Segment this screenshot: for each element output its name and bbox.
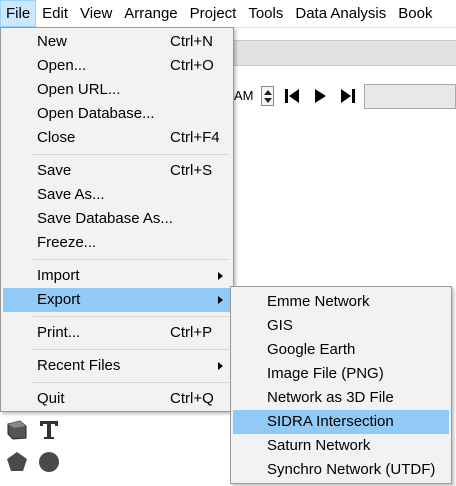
menu-item-save-as[interactable]: Save As... — [3, 183, 231, 207]
menu-item-label: Open URL... — [37, 81, 121, 98]
playback-toolbar: AM — [234, 84, 456, 110]
play-icon[interactable] — [310, 86, 330, 106]
submenu-item-label: Image File (PNG) — [267, 365, 384, 382]
menu-item-quit[interactable]: Quit Ctrl+Q — [3, 387, 231, 411]
export-item-image-file[interactable]: Image File (PNG) — [233, 362, 449, 386]
menu-item-shortcut: Ctrl+O — [170, 57, 214, 74]
menu-item-label: Print... — [37, 324, 81, 341]
export-item-network-3d[interactable]: Network as 3D File — [233, 386, 449, 410]
menu-item-freeze[interactable]: Freeze... — [3, 231, 231, 255]
submenu-item-label: SIDRA Intersection — [267, 413, 394, 430]
menu-item-shortcut: Ctrl+N — [170, 33, 213, 50]
tool-palette — [0, 412, 70, 486]
submenu-item-label: Emme Network — [267, 293, 370, 310]
export-item-google-earth[interactable]: Google Earth — [233, 338, 449, 362]
menu-file[interactable]: File — [0, 0, 37, 27]
menu-item-export[interactable]: Export — [3, 288, 231, 312]
menu-item-label: Import — [37, 267, 80, 284]
submenu-arrow-icon — [218, 296, 223, 304]
menu-item-label: Export — [37, 291, 81, 308]
menu-item-open-database[interactable]: Open Database... — [3, 102, 231, 126]
submenu-item-label: Saturn Network — [267, 437, 371, 454]
submenu-arrow-icon — [218, 362, 223, 370]
menu-item-label: Quit — [37, 390, 65, 407]
skip-back-icon[interactable] — [282, 86, 302, 106]
submenu-item-label: GIS — [267, 317, 293, 334]
menu-item-open-url[interactable]: Open URL... — [3, 78, 231, 102]
menu-data-analysis[interactable]: Data Analysis — [289, 0, 392, 27]
file-menu: New Ctrl+N Open... Ctrl+O Open URL... Op… — [0, 27, 234, 412]
menu-item-import[interactable]: Import — [3, 264, 231, 288]
document-tab-strip — [234, 40, 456, 66]
menu-item-open[interactable]: Open... Ctrl+O — [3, 54, 231, 78]
pentagon-tool-icon[interactable] — [5, 450, 29, 474]
submenu-item-label: Google Earth — [267, 341, 356, 358]
menu-tools[interactable]: Tools — [242, 0, 289, 27]
menu-separator — [33, 259, 229, 260]
menu-item-save-database-as[interactable]: Save Database As... — [3, 207, 231, 231]
menu-separator — [33, 349, 229, 350]
menu-item-label: New — [37, 33, 68, 50]
menu-item-shortcut: Ctrl+Q — [170, 390, 214, 407]
menu-item-close[interactable]: Close Ctrl+F4 — [3, 126, 231, 150]
text-tool-icon[interactable] — [37, 418, 61, 442]
menu-item-recent-files[interactable]: Recent Files — [3, 354, 231, 378]
menu-item-label: Close — [37, 129, 76, 146]
circle-tool-icon[interactable] — [37, 450, 61, 474]
export-item-synchro-network[interactable]: Synchro Network (UTDF) — [233, 458, 449, 482]
menu-item-shortcut: Ctrl+P — [170, 324, 213, 341]
menu-item-label: Freeze... — [37, 234, 97, 251]
time-spinner[interactable] — [261, 86, 274, 106]
spin-down-icon[interactable] — [264, 98, 272, 103]
menu-item-label: Save Database As... — [37, 210, 173, 227]
menu-item-label: Open Database... — [37, 105, 155, 122]
menu-separator — [33, 154, 229, 155]
menu-arrange[interactable]: Arrange — [118, 0, 183, 27]
menu-item-print[interactable]: Print... Ctrl+P — [3, 321, 231, 345]
time-input[interactable]: AM — [234, 86, 260, 106]
menu-bar: File Edit View Arrange Project Tools Dat… — [0, 0, 456, 28]
menu-view[interactable]: View — [74, 0, 118, 27]
menu-separator — [33, 316, 229, 317]
submenu-item-label: Network as 3D File — [267, 389, 394, 406]
menu-item-shortcut: Ctrl+S — [170, 162, 213, 179]
export-item-saturn-network[interactable]: Saturn Network — [233, 434, 449, 458]
export-submenu: Emme Network GIS Google Earth Image File… — [230, 286, 452, 484]
menu-item-new[interactable]: New Ctrl+N — [3, 30, 231, 54]
submenu-item-label: Synchro Network (UTDF) — [267, 461, 436, 478]
menu-item-label: Save As... — [37, 186, 105, 203]
submenu-arrow-icon — [218, 272, 223, 280]
menu-item-label: Open... — [37, 57, 87, 74]
export-item-emme-network[interactable]: Emme Network — [233, 290, 449, 314]
menu-item-save[interactable]: Save Ctrl+S — [3, 159, 231, 183]
spin-up-icon[interactable] — [264, 90, 272, 95]
menu-edit[interactable]: Edit — [36, 0, 74, 27]
menu-book[interactable]: Book — [392, 0, 438, 27]
menu-item-label: Recent Files — [37, 357, 121, 374]
shape-tool-icon[interactable] — [5, 418, 29, 442]
menu-separator — [33, 382, 229, 383]
menu-item-shortcut: Ctrl+F4 — [170, 129, 220, 146]
skip-forward-icon[interactable] — [338, 86, 358, 106]
export-item-sidra-intersection[interactable]: SIDRA Intersection — [233, 410, 449, 434]
time-slider-field[interactable] — [364, 84, 456, 109]
menu-item-label: Save — [37, 162, 72, 179]
menu-project[interactable]: Project — [184, 0, 243, 27]
export-item-gis[interactable]: GIS — [233, 314, 449, 338]
